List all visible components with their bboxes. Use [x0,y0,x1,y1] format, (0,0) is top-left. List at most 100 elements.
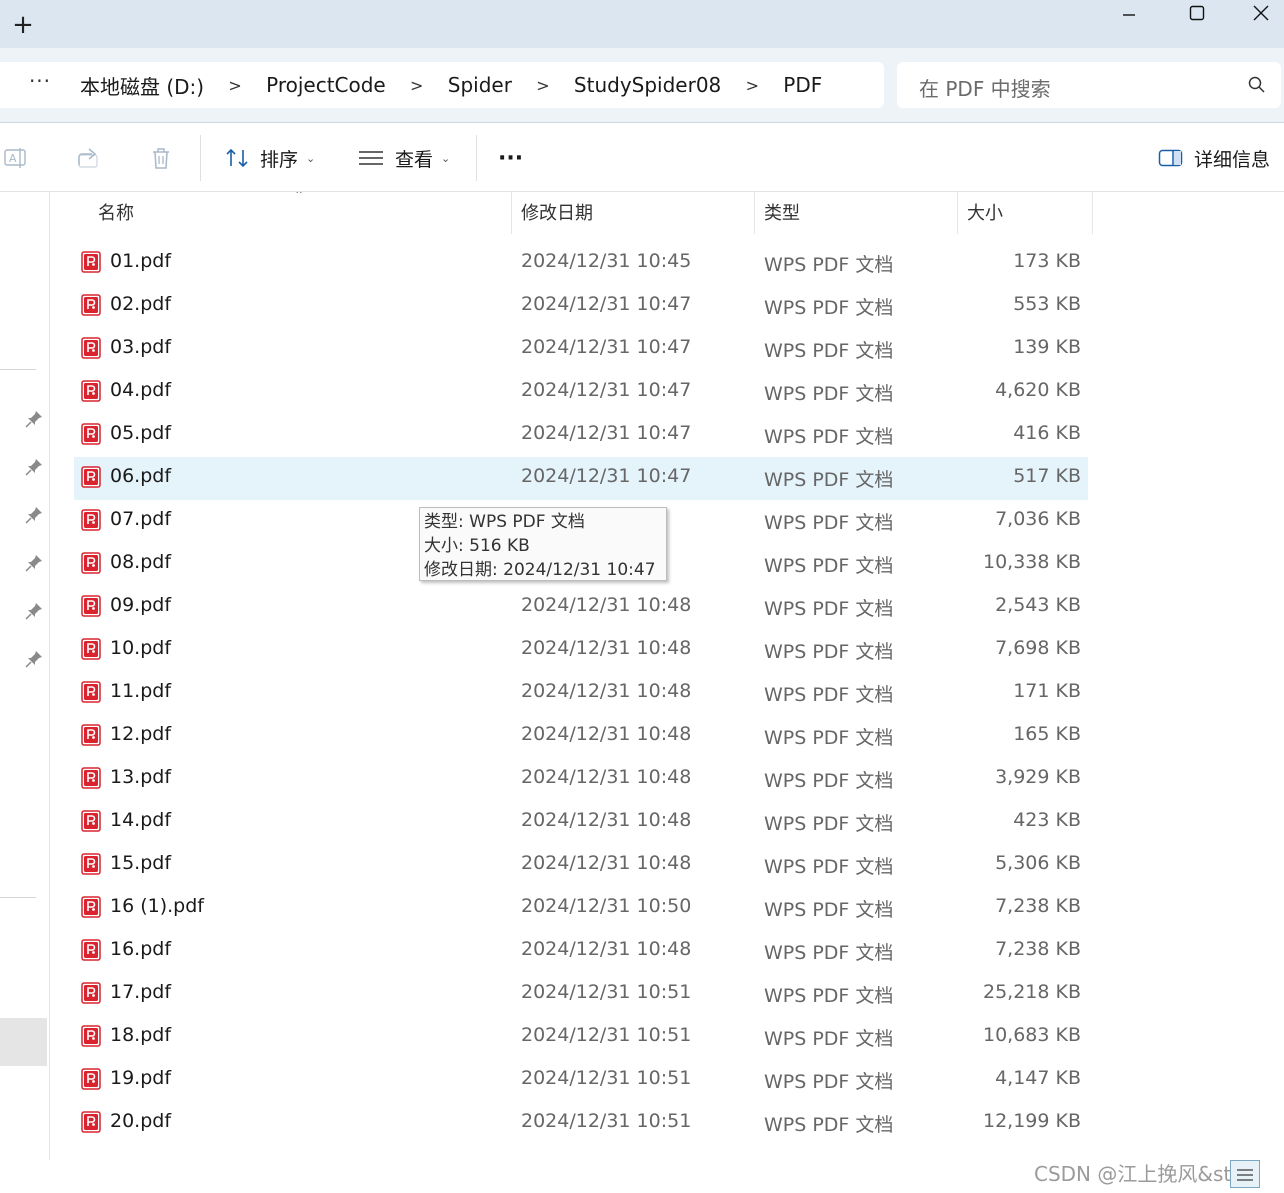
maximize-button[interactable] [1174,0,1220,26]
file-row[interactable]: 05.pdf 2024/12/31 10:47 WPS PDF 文档 416 KB [74,414,1088,457]
file-size: 7,698 KB [995,637,1081,659]
file-name: 14.pdf [110,809,172,831]
minimize-button[interactable] [1106,0,1152,26]
pdf-file-icon [81,638,101,660]
column-divider[interactable] [957,192,958,234]
column-header-size[interactable]: 大小 [967,192,1003,234]
close-icon [1253,5,1269,21]
file-modified-date: 2024/12/31 10:48 [521,594,692,616]
chevron-right-icon[interactable]: > [721,76,783,95]
file-modified-date: 2024/12/31 10:48 [521,680,692,702]
file-row[interactable]: 01.pdf 2024/12/31 10:45 WPS PDF 文档 173 KB [74,242,1088,285]
tooltip-type: 类型: WPS PDF 文档 [424,512,585,532]
file-modified-date: 2024/12/31 10:48 [521,637,692,659]
chevron-right-icon[interactable]: > [512,76,574,95]
pdf-file-icon [81,896,101,918]
column-divider[interactable] [754,192,755,234]
breadcrumb-more-button[interactable]: ··· [0,69,80,101]
file-size: 2,543 KB [995,594,1081,616]
file-size: 25,218 KB [982,981,1081,1003]
pin-icon[interactable] [24,553,44,573]
file-tooltip: 类型: WPS PDF 文档 大小: 516 KB 修改日期: 2024/12/… [419,507,667,581]
file-size: 4,147 KB [995,1067,1081,1089]
view-icon [359,151,383,165]
pdf-file-icon [81,380,101,402]
file-type: WPS PDF 文档 [764,727,894,749]
pin-icon[interactable] [24,649,44,669]
breadcrumb-item-spider[interactable]: Spider [448,73,512,97]
file-row[interactable]: 10.pdf 2024/12/31 10:48 WPS PDF 文档 7,698 KB [74,629,1088,672]
pin-icon[interactable] [24,409,44,429]
command-bar: A 排序 ⌄ 查看 ⌄ ··· 详细信息 [0,123,1284,192]
file-size: 416 KB [1013,422,1081,444]
file-row[interactable]: 20.pdf 2024/12/31 10:51 WPS PDF 文档 12,199 K… [74,1102,1088,1145]
file-row[interactable]: 02.pdf 2024/12/31 10:47 WPS PDF 文档 553 KB [74,285,1088,328]
file-modified-date: 2024/12/31 10:51 [521,1067,692,1089]
search-icon[interactable] [1247,75,1267,95]
file-name: 03.pdf [110,336,172,358]
delete-icon[interactable] [148,145,174,171]
file-row[interactable]: 09.pdf 2024/12/31 10:48 WPS PDF 文档 2,543 KB [74,586,1088,629]
pin-icon[interactable] [24,601,44,621]
file-row[interactable]: 03.pdf 2024/12/31 10:47 WPS PDF 文档 139 KB [74,328,1088,371]
column-header-name[interactable]: 名称 [98,192,134,234]
file-name: 18.pdf [110,1024,172,1046]
file-row[interactable]: 13.pdf 2024/12/31 10:48 WPS PDF 文档 3,929 KB [74,758,1088,801]
chevron-right-icon[interactable]: > [386,76,448,95]
file-row[interactable]: 15.pdf 2024/12/31 10:48 WPS PDF 文档 5,306 KB [74,844,1088,887]
pin-icon[interactable] [24,505,44,525]
column-header-type[interactable]: 类型 [764,192,800,234]
pdf-file-icon [81,337,101,359]
file-type: WPS PDF 文档 [764,598,894,620]
file-row[interactable]: 06.pdf 2024/12/31 10:47 WPS PDF 文档 517 KB [74,457,1088,500]
file-size: 7,238 KB [995,895,1081,917]
breadcrumb[interactable]: ··· 本地磁盘 (D:) > ProjectCode > Spider > S… [0,62,884,108]
address-bar-row: ··· 本地磁盘 (D:) > ProjectCode > Spider > S… [0,48,1284,123]
file-row[interactable]: 19.pdf 2024/12/31 10:51 WPS PDF 文档 4,147 KB [74,1059,1088,1102]
search-input[interactable]: 在 PDF 中搜索 [897,62,1281,108]
breadcrumb-item-projectcode[interactable]: ProjectCode [266,73,386,97]
file-row[interactable]: 04.pdf 2024/12/31 10:47 WPS PDF 文档 4,620 KB [74,371,1088,414]
file-row[interactable]: 11.pdf 2024/12/31 10:48 WPS PDF 文档 171 KB [74,672,1088,715]
file-row[interactable]: 12.pdf 2024/12/31 10:48 WPS PDF 文档 165 KB [74,715,1088,758]
file-row[interactable]: 14.pdf 2024/12/31 10:48 WPS PDF 文档 423 KB [74,801,1088,844]
nav-selected-item[interactable] [0,1018,47,1066]
column-header-date[interactable]: 修改日期 [521,192,593,234]
file-modified-date: 2024/12/31 10:47 [521,465,692,487]
file-name: 12.pdf [110,723,172,745]
navigation-pane[interactable] [0,192,50,1160]
view-label: 查看 [395,148,434,171]
pdf-file-icon [81,294,101,316]
chevron-right-icon[interactable]: > [204,76,266,95]
file-row[interactable]: 16 (1).pdf 2024/12/31 10:50 WPS PDF 文档 7,23… [74,887,1088,930]
file-row[interactable]: 16.pdf 2024/12/31 10:48 WPS PDF 文档 7,238 KB [74,930,1088,973]
toolbar-divider [476,135,477,181]
file-modified-date: 2024/12/31 10:48 [521,852,692,874]
details-pane-button[interactable]: 详细信息 [1158,141,1270,175]
file-row[interactable]: 17.pdf 2024/12/31 10:51 WPS PDF 文档 25,218 K… [74,973,1088,1016]
pin-icon[interactable] [24,457,44,477]
new-tab-button[interactable]: + [10,10,36,40]
view-button[interactable]: 查看 ⌄ [358,141,450,175]
file-size: 173 KB [1013,250,1081,272]
file-size: 7,238 KB [995,938,1081,960]
details-view-toggle[interactable] [1230,1160,1260,1188]
breadcrumb-item-studyspider08[interactable]: StudySpider08 [574,73,721,97]
rename-icon[interactable]: A [4,145,30,171]
pdf-file-icon [81,724,101,746]
more-options-button[interactable]: ··· [498,141,523,185]
pdf-file-icon [81,767,101,789]
breadcrumb-item-pdf[interactable]: PDF [783,73,822,97]
column-divider[interactable] [511,192,512,234]
file-name: 09.pdf [110,594,172,616]
pdf-file-icon [81,251,101,273]
share-icon[interactable] [76,145,102,171]
column-divider[interactable] [1092,192,1093,234]
breadcrumb-item-drive[interactable]: 本地磁盘 (D:) [80,71,204,100]
file-row[interactable]: 18.pdf 2024/12/31 10:51 WPS PDF 文档 10,683 K… [74,1016,1088,1059]
close-button[interactable] [1238,0,1284,26]
sort-button[interactable]: 排序 ⌄ [224,141,315,175]
file-modified-date: 2024/12/31 10:48 [521,809,692,831]
file-size: 139 KB [1013,336,1081,358]
file-name: 08.pdf [110,551,172,573]
